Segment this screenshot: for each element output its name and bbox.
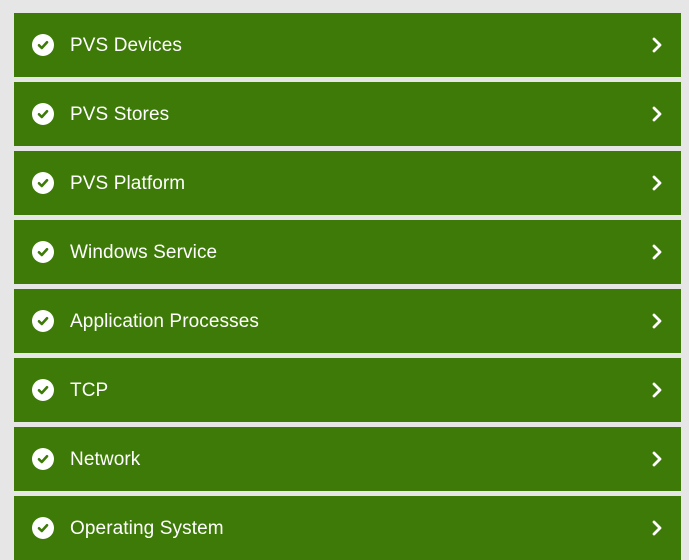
- chevron-right-icon[interactable]: [651, 36, 663, 54]
- check-circle-icon: [32, 241, 54, 263]
- list-item-tcp[interactable]: TCP: [14, 358, 681, 422]
- check-circle-icon: [32, 448, 54, 470]
- check-circle-icon: [32, 310, 54, 332]
- list-item-label: Operating System: [70, 517, 224, 539]
- list-item-label: TCP: [70, 379, 109, 401]
- check-circle-icon: [32, 379, 54, 401]
- list-item-label: Application Processes: [70, 310, 260, 332]
- check-circle-icon: [32, 517, 54, 539]
- list-item-network[interactable]: Network: [14, 427, 681, 491]
- list-item-label: PVS Devices: [70, 34, 182, 56]
- chevron-right-icon[interactable]: [651, 312, 663, 330]
- chevron-right-icon[interactable]: [651, 450, 663, 468]
- list-item-label: PVS Platform: [70, 172, 186, 194]
- check-circle-icon: [32, 172, 54, 194]
- list-item-application-processes[interactable]: Application Processes: [14, 289, 681, 353]
- list-item-pvs-devices[interactable]: PVS Devices: [14, 13, 681, 77]
- chevron-right-icon[interactable]: [651, 381, 663, 399]
- layer-list: PVS Devices PVS Stores PVS Platform Wind…: [14, 13, 681, 560]
- list-item-pvs-stores[interactable]: PVS Stores: [14, 82, 681, 146]
- check-circle-icon: [32, 103, 54, 125]
- list-item-windows-service[interactable]: Windows Service: [14, 220, 681, 284]
- chevron-right-icon[interactable]: [651, 519, 663, 537]
- chevron-right-icon[interactable]: [651, 174, 663, 192]
- list-item-pvs-platform[interactable]: PVS Platform: [14, 151, 681, 215]
- list-item-label: Windows Service: [70, 241, 218, 263]
- chevron-right-icon[interactable]: [651, 243, 663, 261]
- chevron-right-icon[interactable]: [651, 105, 663, 123]
- list-item-operating-system[interactable]: Operating System: [14, 496, 681, 560]
- check-circle-icon: [32, 34, 54, 56]
- list-item-label: Network: [70, 448, 141, 470]
- list-item-label: PVS Stores: [70, 103, 170, 125]
- layer-list-panel: PVS Devices PVS Stores PVS Platform Wind…: [0, 0, 689, 560]
